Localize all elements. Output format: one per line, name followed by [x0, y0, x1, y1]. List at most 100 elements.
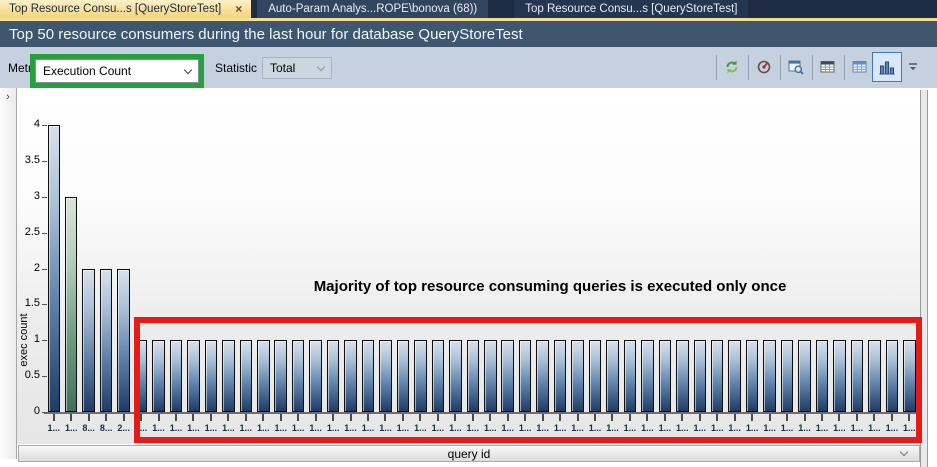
grid-view-2-button[interactable] [848, 55, 872, 79]
refresh-icon [724, 59, 740, 75]
x-axis-title-button[interactable]: query id [18, 445, 920, 462]
x-tick-mark [88, 414, 90, 421]
bar-query-26[interactable] [501, 340, 514, 412]
view-query-text-button[interactable] [784, 55, 808, 79]
bar-query-21[interactable] [414, 340, 427, 412]
x-tick-mark [384, 414, 386, 421]
collapsed-side-panel[interactable]: › [0, 88, 17, 459]
x-tick-label[interactable]: 1... [899, 423, 919, 433]
close-icon[interactable]: × [235, 2, 242, 16]
bar-query-32[interactable] [606, 340, 619, 412]
bar-query-28[interactable] [536, 340, 549, 412]
bar-query-35[interactable] [659, 340, 672, 412]
bar-query-48[interactable] [886, 340, 899, 412]
bar-query-8[interactable] [187, 340, 200, 412]
bar-query-45[interactable] [833, 340, 846, 412]
bar-query-15[interactable] [309, 340, 322, 412]
bar-query-6[interactable] [152, 340, 165, 412]
bar-query-7[interactable] [170, 340, 183, 412]
bar-query-17[interactable] [344, 340, 357, 412]
chart-view-button-selected[interactable] [872, 52, 902, 82]
query-store-window: Top Resource Consu...s [QueryStoreTest] … [0, 0, 937, 467]
tab-top-resource-consumers-active[interactable]: Top Resource Consu...s [QueryStoreTest] … [0, 0, 251, 18]
bar-query-18[interactable] [362, 340, 375, 412]
bar-query-33[interactable] [624, 340, 637, 412]
x-tick-mark [140, 414, 142, 421]
y-tick-label: 4 [10, 118, 40, 130]
x-tick-mark [821, 414, 823, 421]
bar-query-16[interactable] [327, 340, 340, 412]
statistic-label: Statistic [215, 61, 257, 75]
bar-query-0[interactable] [48, 125, 61, 412]
bar-query-34[interactable] [641, 340, 654, 412]
y-tick-mark [42, 412, 47, 413]
y-tick-label: 2.5 [10, 226, 40, 238]
tab-top-resource-consumers-2[interactable]: Top Resource Consu...s [QueryStoreTest] [514, 0, 748, 18]
bar-query-42[interactable] [781, 340, 794, 412]
y-tick-label: 0.5 [10, 369, 40, 381]
x-tick-mark [611, 414, 613, 421]
x-tick-mark [175, 414, 177, 421]
bar-query-22[interactable] [432, 340, 445, 412]
bar-query-23[interactable] [449, 340, 462, 412]
bar-query-43[interactable] [798, 340, 811, 412]
chart-region: › exec count 00.511.522.533.541...1...8.… [0, 88, 937, 467]
track-query-icon [756, 59, 772, 75]
bar-query-38[interactable] [711, 340, 724, 412]
bar-query-20[interactable] [397, 340, 410, 412]
x-tick-mark [158, 414, 160, 421]
bar-query-12[interactable] [257, 340, 270, 412]
grid-dark-icon [820, 59, 836, 75]
bar-query-5[interactable] [135, 340, 148, 412]
bar-query-46[interactable] [851, 340, 864, 412]
vertical-scrollbar[interactable] [920, 90, 928, 467]
statistic-dropdown[interactable]: Total [262, 57, 332, 79]
y-tick-label: 1 [10, 333, 40, 345]
bar-query-25[interactable] [484, 340, 497, 412]
track-query-button[interactable] [752, 55, 776, 79]
bar-query-41[interactable] [763, 340, 776, 412]
y-tick-label: 2 [10, 262, 40, 274]
x-tick-mark [350, 414, 352, 421]
bar-query-13[interactable] [274, 340, 287, 412]
toolbar-separator [748, 55, 749, 80]
grid-view-button[interactable] [816, 55, 840, 79]
bar-query-24[interactable] [467, 340, 480, 412]
bar-query-10[interactable] [222, 340, 235, 412]
bar-query-2[interactable] [82, 269, 95, 413]
bar-query-30[interactable] [571, 340, 584, 412]
bar-query-11[interactable] [240, 340, 253, 412]
bar-query-9[interactable] [205, 340, 218, 412]
bar-query-44[interactable] [816, 340, 829, 412]
toolbar-separator [716, 55, 717, 80]
x-tick-mark [280, 414, 282, 421]
expander-icon[interactable]: › [0, 91, 16, 103]
tab-label: Top Resource Consu...s [QueryStoreTest] [9, 3, 221, 15]
bar-query-40[interactable] [746, 340, 759, 412]
bar-query-14[interactable] [292, 340, 305, 412]
bar-query-36[interactable] [676, 340, 689, 412]
report-toolbar: Metric Execution Count Statistic Total [0, 47, 937, 88]
annotation-text: Majority of top resource consuming queri… [245, 278, 855, 295]
bar-query-27[interactable] [519, 340, 532, 412]
bar-query-1[interactable] [65, 197, 78, 412]
tab-auto-param-analysis[interactable]: Auto-Param Analys...ROPE\bonova (68)) [257, 0, 488, 18]
refresh-button[interactable] [720, 55, 744, 79]
toolbar-overflow-button[interactable] [906, 59, 920, 75]
metric-dropdown[interactable]: Execution Count [35, 59, 199, 83]
x-tick-mark [419, 414, 421, 421]
bar-query-19[interactable] [379, 340, 392, 412]
bar-query-47[interactable] [868, 340, 881, 412]
bar-query-49[interactable] [903, 340, 916, 412]
bar-query-29[interactable] [554, 340, 567, 412]
bar-query-3[interactable] [100, 269, 113, 413]
x-tick-mark [297, 414, 299, 421]
bar-query-31[interactable] [589, 340, 602, 412]
x-tick-mark [629, 414, 631, 421]
x-tick-mark [751, 414, 753, 421]
bar-query-39[interactable] [728, 340, 741, 412]
bar-query-37[interactable] [694, 340, 707, 412]
bar-query-4[interactable] [117, 269, 130, 413]
report-header: Top 50 resource consumers during the las… [0, 21, 937, 47]
x-tick-mark [664, 414, 666, 421]
